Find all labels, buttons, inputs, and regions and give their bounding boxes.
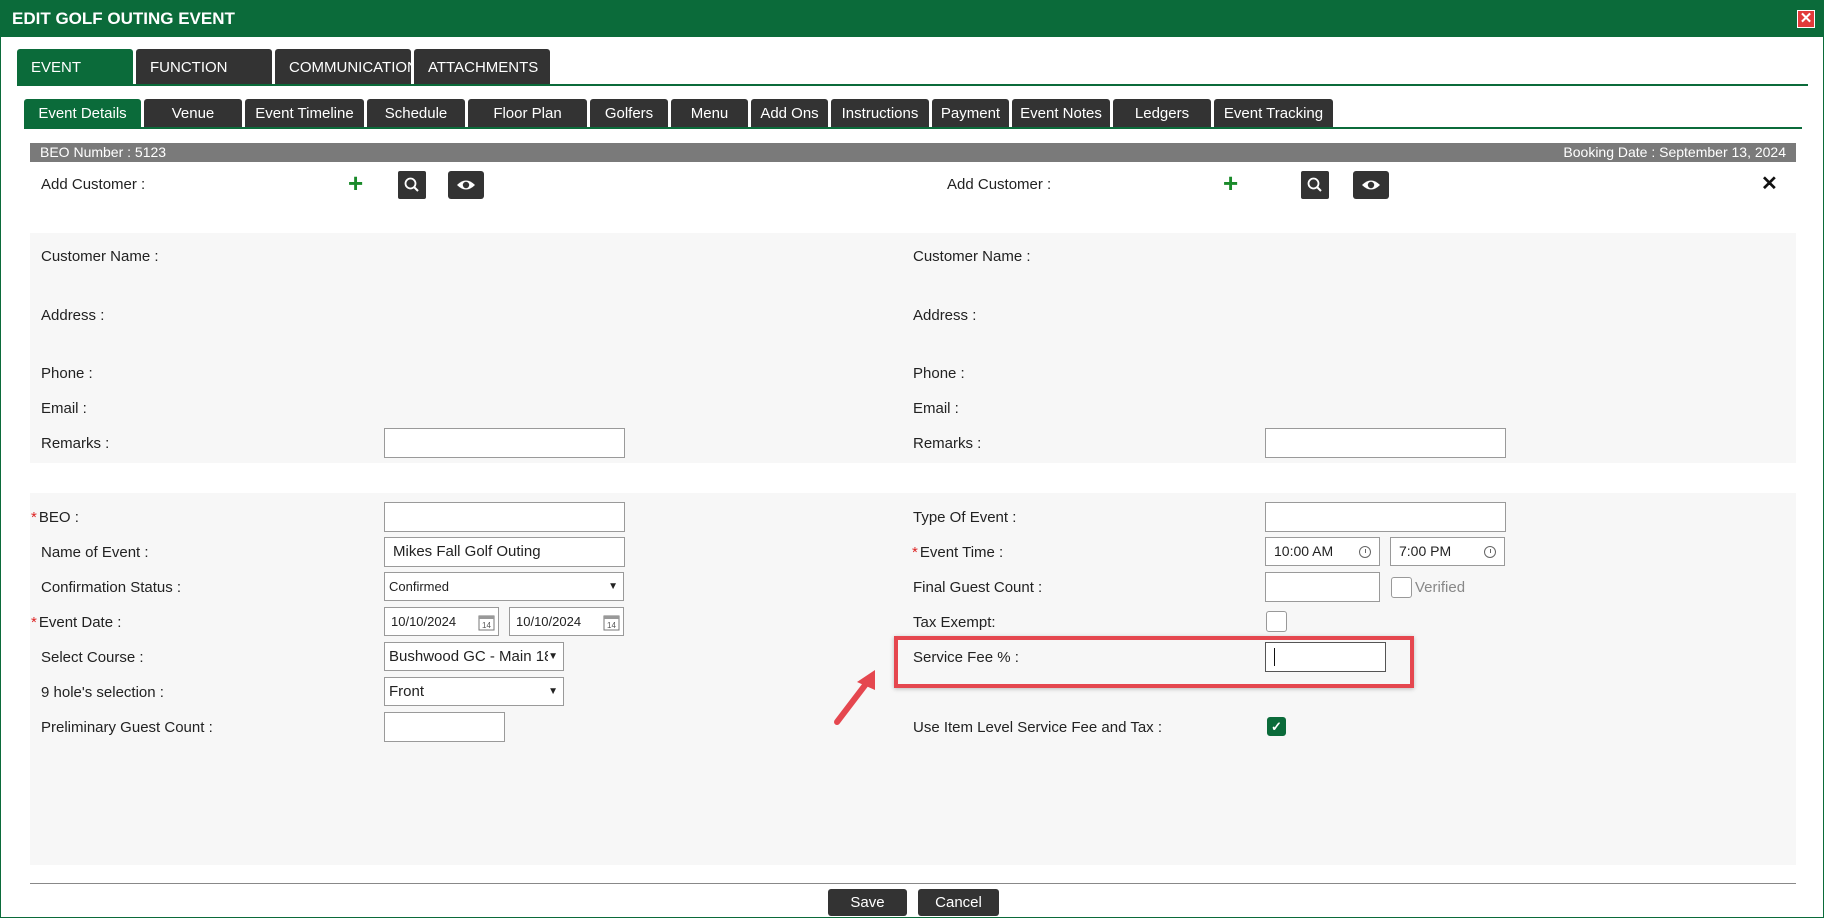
cancel-button[interactable]: Cancel bbox=[918, 889, 999, 916]
svg-text:14: 14 bbox=[482, 621, 491, 630]
remarks-input-right[interactable] bbox=[1265, 428, 1506, 458]
event-date-start-input[interactable]: 10/10/2024 14 bbox=[384, 607, 499, 636]
verified-label: Verified bbox=[1415, 579, 1466, 596]
subtab-add-ons[interactable]: Add Ons bbox=[751, 99, 828, 128]
calendar-icon[interactable]: 14 bbox=[603, 614, 620, 631]
name-of-event-input[interactable]: Mikes Fall Golf Outing bbox=[384, 537, 625, 567]
type-of-event-label: Type Of Event : bbox=[913, 509, 1017, 526]
confirmation-status-select[interactable]: Confirmed ▼ bbox=[384, 572, 624, 601]
tax-exempt-label: Tax Exempt: bbox=[913, 614, 996, 631]
dropdown-caret-icon: ▼ bbox=[548, 686, 558, 697]
subtab-floor-plan[interactable]: Floor Plan bbox=[468, 99, 587, 128]
subtab-instructions[interactable]: Instructions bbox=[831, 99, 929, 128]
required-mark: * bbox=[31, 614, 37, 631]
svg-text:14: 14 bbox=[607, 621, 616, 630]
window-title: EDIT GOLF OUTING EVENT bbox=[12, 9, 235, 28]
dropdown-caret-icon: ▼ bbox=[608, 581, 618, 592]
select-course-select[interactable]: Bushwood GC - Main 18 ▼ bbox=[384, 642, 564, 671]
address-label-left: Address : bbox=[41, 307, 105, 324]
event-time-label: * Event Time : bbox=[912, 544, 1004, 561]
beo-label: * BEO : bbox=[31, 509, 79, 526]
subtab-event-tracking[interactable]: Event Tracking bbox=[1214, 99, 1333, 128]
select-course-value: Bushwood GC - Main 18 bbox=[389, 648, 553, 665]
subtab-event-notes[interactable]: Event Notes bbox=[1012, 99, 1110, 128]
view-customer-eye-icon-right[interactable] bbox=[1353, 171, 1389, 199]
search-customer-icon-left[interactable] bbox=[398, 171, 426, 199]
subtab-golfers[interactable]: Golfers bbox=[590, 99, 668, 128]
nine-hole-selection-select[interactable]: Front ▼ bbox=[384, 677, 564, 706]
close-window-icon[interactable]: ✕ bbox=[1797, 10, 1815, 28]
name-of-event-label: Name of Event : bbox=[41, 544, 149, 561]
save-button[interactable]: Save bbox=[828, 889, 907, 916]
remove-customer-close-icon[interactable]: ✕ bbox=[1761, 171, 1778, 196]
search-customer-icon-right[interactable] bbox=[1301, 171, 1329, 199]
subtab-venue[interactable]: Venue bbox=[144, 99, 242, 128]
event-date-end-input[interactable]: 10/10/2024 14 bbox=[509, 607, 624, 636]
beo-input[interactable] bbox=[384, 502, 625, 532]
edit-event-dialog: EDIT GOLF OUTING EVENT ✕ EVENT BUILDER F… bbox=[0, 0, 1824, 918]
tab-event-builder[interactable]: EVENT BUILDER bbox=[17, 49, 133, 114]
event-date-label: * Event Date : bbox=[31, 614, 122, 631]
required-mark: * bbox=[31, 509, 37, 526]
subtab-schedule[interactable]: Schedule bbox=[367, 99, 465, 128]
email-label-left: Email : bbox=[41, 400, 87, 417]
add-customer-plus-icon-right[interactable]: + bbox=[1223, 170, 1238, 196]
event-time-end-input[interactable]: 7:00 PM bbox=[1390, 537, 1505, 566]
add-customer-plus-icon-left[interactable]: + bbox=[348, 170, 363, 196]
nine-hole-selection-label: 9 hole's selection : bbox=[41, 684, 164, 701]
required-mark: * bbox=[912, 544, 918, 561]
sub-tabs: Event Details Venue Event Timeline Sched… bbox=[24, 99, 1333, 128]
tabs-underline bbox=[17, 84, 1808, 86]
preliminary-guest-count-input[interactable] bbox=[384, 712, 505, 742]
remarks-input-left[interactable] bbox=[384, 428, 625, 458]
dropdown-caret-icon: ▼ bbox=[548, 643, 558, 670]
event-time-start-input[interactable]: 10:00 AM bbox=[1265, 537, 1380, 566]
phone-label-right: Phone : bbox=[913, 365, 965, 382]
view-customer-eye-icon-left[interactable] bbox=[448, 171, 484, 199]
customer-info-panel bbox=[30, 233, 1796, 463]
remarks-label-right: Remarks : bbox=[913, 435, 982, 452]
calendar-icon[interactable]: 14 bbox=[478, 614, 495, 631]
beo-number: BEO Number : 5123 bbox=[40, 144, 167, 160]
add-customer-label-right: Add Customer : bbox=[947, 176, 1052, 193]
email-label-right: Email : bbox=[913, 400, 959, 417]
subtab-menu[interactable]: Menu bbox=[671, 99, 748, 128]
final-guest-count-input[interactable] bbox=[1265, 572, 1380, 602]
annotation-arrow-icon bbox=[834, 670, 875, 725]
footer-divider bbox=[30, 883, 1796, 884]
nine-hole-selection-value: Front bbox=[389, 683, 425, 700]
verified-checkbox[interactable] bbox=[1391, 577, 1412, 598]
confirmation-status-value: Confirmed bbox=[389, 579, 449, 594]
subtab-ledgers[interactable]: Ledgers bbox=[1113, 99, 1211, 128]
annotation-highlight-box bbox=[894, 636, 1414, 688]
select-course-label: Select Course : bbox=[41, 649, 144, 666]
subtab-payment[interactable]: Payment bbox=[932, 99, 1009, 128]
phone-label-left: Phone : bbox=[41, 365, 93, 382]
subtab-event-timeline[interactable]: Event Timeline bbox=[245, 99, 364, 128]
tab-attachments[interactable]: ATTACHMENTS bbox=[414, 49, 550, 85]
clock-icon[interactable] bbox=[1359, 546, 1371, 558]
preliminary-guest-count-label: Preliminary Guest Count : bbox=[41, 719, 213, 736]
window-title-bar: EDIT GOLF OUTING EVENT ✕ bbox=[1, 1, 1824, 37]
customer-name-label-left: Customer Name : bbox=[41, 248, 159, 265]
final-guest-count-label: Final Guest Count : bbox=[913, 579, 1043, 596]
item-level-service-fee-checkbox[interactable]: ✓ bbox=[1267, 717, 1286, 736]
remarks-label-left: Remarks : bbox=[41, 435, 110, 452]
item-level-service-fee-label: Use Item Level Service Fee and Tax : bbox=[913, 719, 1163, 736]
tab-communication[interactable]: COMMUNICATION bbox=[275, 49, 418, 85]
add-customer-label-left: Add Customer : bbox=[41, 176, 146, 193]
type-of-event-input[interactable] bbox=[1265, 502, 1506, 532]
tax-exempt-checkbox[interactable] bbox=[1266, 611, 1287, 632]
main-tabs: EVENT BUILDER FUNCTION SHEET COMMUNICATI… bbox=[17, 49, 550, 114]
booking-date: Booking Date : September 13, 2024 bbox=[1563, 144, 1786, 160]
tab-function-sheet[interactable]: FUNCTION SHEET bbox=[136, 49, 272, 114]
clock-icon[interactable] bbox=[1484, 546, 1496, 558]
customer-name-label-right: Customer Name : bbox=[913, 248, 1031, 265]
beo-header-bar: BEO Number : 5123 Booking Date : Septemb… bbox=[30, 143, 1796, 162]
subtabs-underline bbox=[24, 127, 1802, 129]
address-label-right: Address : bbox=[913, 307, 977, 324]
subtab-event-details[interactable]: Event Details bbox=[24, 99, 141, 128]
confirmation-status-label: Confirmation Status : bbox=[41, 579, 182, 596]
